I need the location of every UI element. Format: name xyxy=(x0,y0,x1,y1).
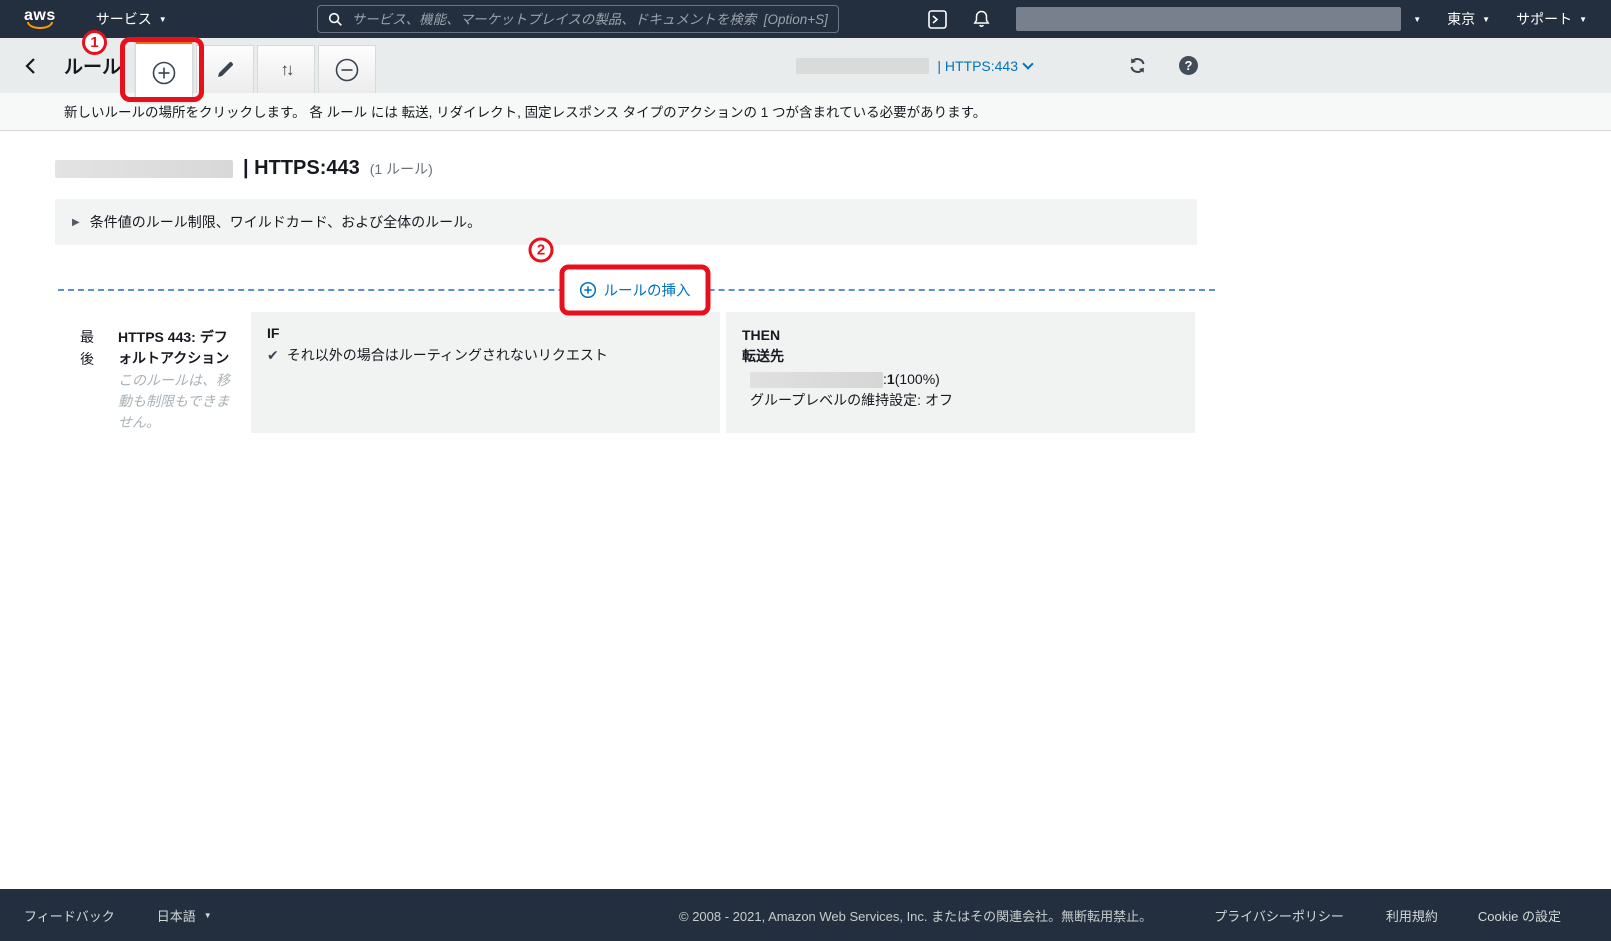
tab-add-rule[interactable] xyxy=(135,40,193,102)
forward-label: 転送先 xyxy=(742,346,1179,367)
annotation-badge-step1: 1 xyxy=(82,30,107,55)
terms-link[interactable]: 利用規約 xyxy=(1386,906,1438,925)
info-bar-text: 新しいルールの場所をクリックします。 各 ルール には 転送, リダイレクト, … xyxy=(64,105,986,120)
redacted-load-balancer-name xyxy=(55,160,233,178)
language-selector[interactable]: 日本語 ▼ xyxy=(157,906,212,925)
target-percent: (100%) xyxy=(895,369,940,390)
rule-note: このルールは、移動も制限もできません。 xyxy=(118,370,241,433)
caret-down-icon: ▼ xyxy=(159,15,167,24)
rule-condition: それ以外の場合はルーティングされないリクエスト xyxy=(287,345,608,365)
services-menu[interactable]: サービス ▼ xyxy=(96,9,167,29)
insert-rule-button-label: ルールの挿入 xyxy=(604,280,691,301)
tab-reorder-rules[interactable]: ↑↓ xyxy=(257,45,315,93)
plus-circle-icon xyxy=(151,60,177,86)
question-glyph: ? xyxy=(1185,58,1193,73)
stickiness-setting: グループレベルの維持設定: オフ xyxy=(750,390,1179,411)
back-button[interactable] xyxy=(16,57,46,75)
rule-action-tabs: ↑↓ xyxy=(135,38,376,93)
listener-heading-label: | HTTPS:443 xyxy=(243,157,360,180)
annotation-badge-step2: 2 xyxy=(529,238,554,263)
expand-arrow-icon: ▶ xyxy=(72,217,80,228)
top-nav-right: ▼ 東京 ▼ サポート ▼ xyxy=(928,7,1593,31)
feedback-link[interactable]: フィードバック xyxy=(24,906,115,925)
cloudshell-icon[interactable] xyxy=(928,10,947,29)
pencil-icon xyxy=(215,60,235,80)
top-nav: aws サービス ▼ ▼ 東京 ▼ サポート ▼ xyxy=(0,0,1611,38)
rule-order-label: 最後 xyxy=(80,327,96,370)
caret-down-icon: ▼ xyxy=(1579,15,1587,24)
insert-rule-button[interactable]: ルールの挿入 xyxy=(567,272,704,309)
services-label: サービス xyxy=(96,9,152,29)
tab-delete-rule[interactable] xyxy=(318,45,376,93)
limits-label: 条件値のルール制限、ワイルドカード、および全体のルール。 xyxy=(90,212,481,232)
page-title: ルール xyxy=(64,52,121,79)
listener-heading: | HTTPS:443 (1 ルール) xyxy=(55,157,1611,180)
rule-name-cell: HTTPS 443: デフォルトアクション このルールは、移動も制限もできません… xyxy=(118,312,251,433)
rule-order-cell: 最後 xyxy=(55,312,118,433)
copyright-text: © 2008 - 2021, Amazon Web Services, Inc.… xyxy=(679,906,1152,925)
rule-if-cell: IF ✔ それ以外の場合はルーティングされないリクエスト xyxy=(251,312,720,433)
annotation-box-step2: 2 ルールの挿入 xyxy=(560,265,711,316)
rule-then-cell: THEN 転送先 : 1 (100%) グループレベルの維持設定: オフ xyxy=(726,312,1195,433)
if-header: IF xyxy=(267,325,704,341)
aws-logo[interactable]: aws xyxy=(24,9,56,29)
notifications-bell-icon[interactable] xyxy=(973,10,990,28)
privacy-policy-link[interactable]: プライバシーポリシー xyxy=(1214,906,1344,925)
info-bar: 新しいルールの場所をクリックします。 各 ルール には 転送, リダイレクト, … xyxy=(0,93,1611,131)
redacted-account-name xyxy=(1016,7,1401,31)
global-search[interactable] xyxy=(317,5,839,33)
rules-toolbar: ルール ↑↓ | HTTPS:443 xyxy=(0,38,1611,93)
listener-selector-label: | HTTPS:443 xyxy=(937,58,1018,74)
then-header: THEN xyxy=(742,325,1179,346)
refresh-icon[interactable] xyxy=(1128,56,1147,75)
region-label: 東京 xyxy=(1447,9,1475,29)
redacted-load-balancer-name xyxy=(796,58,929,74)
language-label: 日本語 xyxy=(157,906,196,925)
toolbar-right: | HTTPS:443 ? xyxy=(796,56,1198,75)
chevron-down-icon xyxy=(1022,58,1033,69)
caret-down-icon: ▼ xyxy=(1413,15,1421,24)
sort-arrows-icon: ↑↓ xyxy=(281,60,292,80)
help-icon[interactable]: ? xyxy=(1179,56,1198,75)
target-weight: 1 xyxy=(887,369,895,390)
caret-down-icon: ▼ xyxy=(204,911,212,920)
listener-selector[interactable]: | HTTPS:443 xyxy=(937,58,1032,74)
insert-rule-section: 2 ルールの挿入 xyxy=(55,245,1215,312)
caret-down-icon: ▼ xyxy=(1482,15,1490,24)
region-menu[interactable]: 東京 ▼ xyxy=(1447,9,1490,29)
rules-main: | HTTPS:443 (1 ルール) ▶ 条件値のルール制限、ワイルドカード、… xyxy=(0,131,1611,433)
search-icon xyxy=(328,12,343,27)
plus-circle-icon xyxy=(580,282,597,299)
redacted-target-group-name xyxy=(750,372,883,388)
support-menu[interactable]: サポート ▼ xyxy=(1516,9,1587,29)
cookie-settings-link[interactable]: Cookie の設定 xyxy=(1478,906,1561,925)
limits-expander[interactable]: ▶ 条件値のルール制限、ワイルドカード、および全体のルール。 xyxy=(55,199,1197,245)
aws-logo-text: aws xyxy=(24,9,56,23)
minus-circle-icon xyxy=(334,57,360,83)
console-footer: フィードバック 日本語 ▼ © 2008 - 2021, Amazon Web … xyxy=(0,889,1611,941)
target-group-line: : 1 (100%) xyxy=(750,369,1179,390)
rule-count: (1 ルール) xyxy=(370,159,433,179)
account-menu[interactable]: ▼ xyxy=(1016,7,1421,31)
support-label: サポート xyxy=(1516,9,1572,29)
search-input[interactable] xyxy=(352,12,828,27)
tab-edit-rule[interactable] xyxy=(196,45,254,93)
check-icon: ✔ xyxy=(267,347,279,364)
aws-smile-icon xyxy=(27,22,53,29)
rule-name: HTTPS 443: デフォルトアクション xyxy=(118,327,241,369)
default-rule-row[interactable]: 最後 HTTPS 443: デフォルトアクション このルールは、移動も制限もでき… xyxy=(55,312,1203,433)
